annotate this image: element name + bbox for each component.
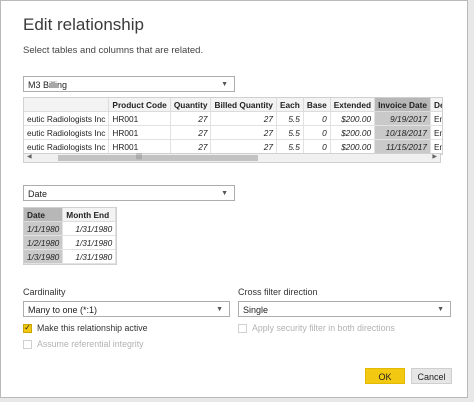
table-row: eutic Radiologists Inc HR001 27 27 5.5 0…: [24, 125, 442, 140]
cell-each: 5.5: [276, 125, 304, 140]
cell-product-code: HR001: [108, 139, 171, 154]
active-relationship-checkbox-row[interactable]: ✓ Make this relationship active: [23, 323, 148, 333]
edit-relationship-dialog: Edit relationship Select tables and colu…: [0, 0, 468, 398]
table2-preview-grid: Date Month End 1/1/1980 1/31/1980 1/2/19…: [23, 207, 118, 265]
cell-invoice-date: 9/19/2017: [374, 111, 431, 126]
table2-header-row: Date Month End: [24, 208, 117, 222]
security-filter-label: Apply security filter in both directions: [252, 323, 395, 333]
grip-icon: |||: [136, 153, 143, 160]
col-header-extended[interactable]: Extended: [330, 98, 376, 112]
active-relationship-label: Make this relationship active: [37, 323, 148, 333]
cancel-button[interactable]: Cancel: [411, 368, 452, 384]
cell-billed-quantity: 27: [210, 125, 278, 140]
cell-month-end: 1/31/1980: [62, 249, 117, 264]
col-header-base[interactable]: Base: [303, 98, 331, 112]
cardinality-select[interactable]: Many to one (*:1) ▼: [23, 301, 230, 317]
col-header-date[interactable]: Date: [24, 208, 64, 222]
cell-de: Em: [430, 139, 442, 154]
cross-filter-value: Single: [243, 305, 269, 315]
security-filter-checkbox-row: Apply security filter in both directions: [238, 323, 395, 333]
table-row: 1/3/1980 1/31/1980: [24, 249, 117, 264]
scrollbar-thumb[interactable]: [58, 155, 258, 161]
cell-customer: eutic Radiologists Inc: [24, 125, 110, 140]
table2-select-value: Date: [28, 189, 48, 199]
table1-horizontal-scrollbar[interactable]: ◀ ||| ▶: [23, 153, 441, 163]
chevron-down-icon: ▼: [221, 190, 228, 197]
table-row: eutic Radiologists Inc HR001 27 27 5.5 0…: [24, 139, 442, 154]
cell-invoice-date: 10/18/2017: [374, 125, 431, 140]
cell-extended: $200.00: [330, 139, 376, 154]
cardinality-label: Cardinality: [23, 287, 66, 297]
cell-de: Em: [430, 125, 442, 140]
chevron-down-icon: ▼: [437, 306, 444, 313]
cell-base: 0: [303, 111, 331, 126]
col-header-month-end[interactable]: Month End: [62, 208, 117, 222]
cell-date: 1/2/1980: [24, 235, 64, 250]
cell-each: 5.5: [276, 111, 304, 126]
cell-extended: $200.00: [330, 125, 376, 140]
dialog-title: Edit relationship: [23, 15, 144, 34]
cell-de: Em: [430, 111, 442, 126]
cell-quantity: 27: [170, 139, 212, 154]
scroll-left-icon[interactable]: ◀: [27, 153, 32, 160]
table1-preview-grid: Product Code Quantity Billed Quantity Ea…: [23, 97, 443, 155]
cell-each: 5.5: [276, 139, 304, 154]
col-header-each[interactable]: Each: [276, 98, 304, 112]
cross-filter-label: Cross filter direction: [238, 287, 318, 297]
scroll-right-icon[interactable]: ▶: [432, 153, 437, 160]
table2-select[interactable]: Date ▼: [23, 185, 235, 201]
referential-integrity-checkbox: [23, 339, 32, 349]
ok-button[interactable]: OK: [365, 368, 405, 384]
cell-customer: eutic Radiologists Inc: [24, 111, 110, 126]
cell-billed-quantity: 27: [210, 111, 278, 126]
cell-base: 0: [303, 139, 331, 154]
table1-select[interactable]: M3 Billing ▼: [23, 76, 235, 92]
cell-extended: $200.00: [330, 111, 376, 126]
cell-date: 1/1/1980: [24, 221, 64, 236]
table1-select-value: M3 Billing: [28, 80, 68, 90]
dialog-subtitle: Select tables and columns that are relat…: [23, 45, 204, 56]
cross-filter-select[interactable]: Single ▼: [238, 301, 451, 317]
cell-invoice-date: 11/15/2017: [374, 139, 431, 154]
cell-month-end: 1/31/1980: [62, 235, 117, 250]
table-row: 1/1/1980 1/31/1980: [24, 221, 117, 236]
cell-date: 1/3/1980: [24, 249, 64, 264]
cell-quantity: 27: [170, 111, 212, 126]
checkmark-icon: ✓: [24, 323, 31, 332]
cardinality-value: Many to one (*:1): [28, 305, 98, 315]
referential-integrity-checkbox-row: Assume referential integrity: [23, 339, 144, 349]
referential-integrity-label: Assume referential integrity: [37, 339, 144, 349]
col-header-customer[interactable]: [24, 98, 110, 112]
col-header-quantity[interactable]: Quantity: [170, 98, 212, 112]
table1-header-row: Product Code Quantity Billed Quantity Ea…: [24, 98, 442, 112]
table-row: eutic Radiologists Inc HR001 27 27 5.5 0…: [24, 111, 442, 126]
security-filter-checkbox: [238, 323, 247, 333]
col-header-de[interactable]: De: [430, 98, 442, 112]
active-relationship-checkbox[interactable]: ✓: [23, 323, 32, 333]
cell-product-code: HR001: [108, 125, 171, 140]
cell-product-code: HR001: [108, 111, 171, 126]
cell-month-end: 1/31/1980: [62, 221, 117, 236]
chevron-down-icon: ▼: [221, 81, 228, 88]
col-header-product-code[interactable]: Product Code: [108, 98, 171, 112]
cell-quantity: 27: [170, 125, 212, 140]
col-header-billed-quantity[interactable]: Billed Quantity: [210, 98, 278, 112]
chevron-down-icon: ▼: [216, 306, 223, 313]
table-row: 1/2/1980 1/31/1980: [24, 235, 117, 250]
cell-customer: eutic Radiologists Inc: [24, 139, 110, 154]
cell-base: 0: [303, 125, 331, 140]
cell-billed-quantity: 27: [210, 139, 278, 154]
col-header-invoice-date[interactable]: Invoice Date: [374, 98, 431, 112]
